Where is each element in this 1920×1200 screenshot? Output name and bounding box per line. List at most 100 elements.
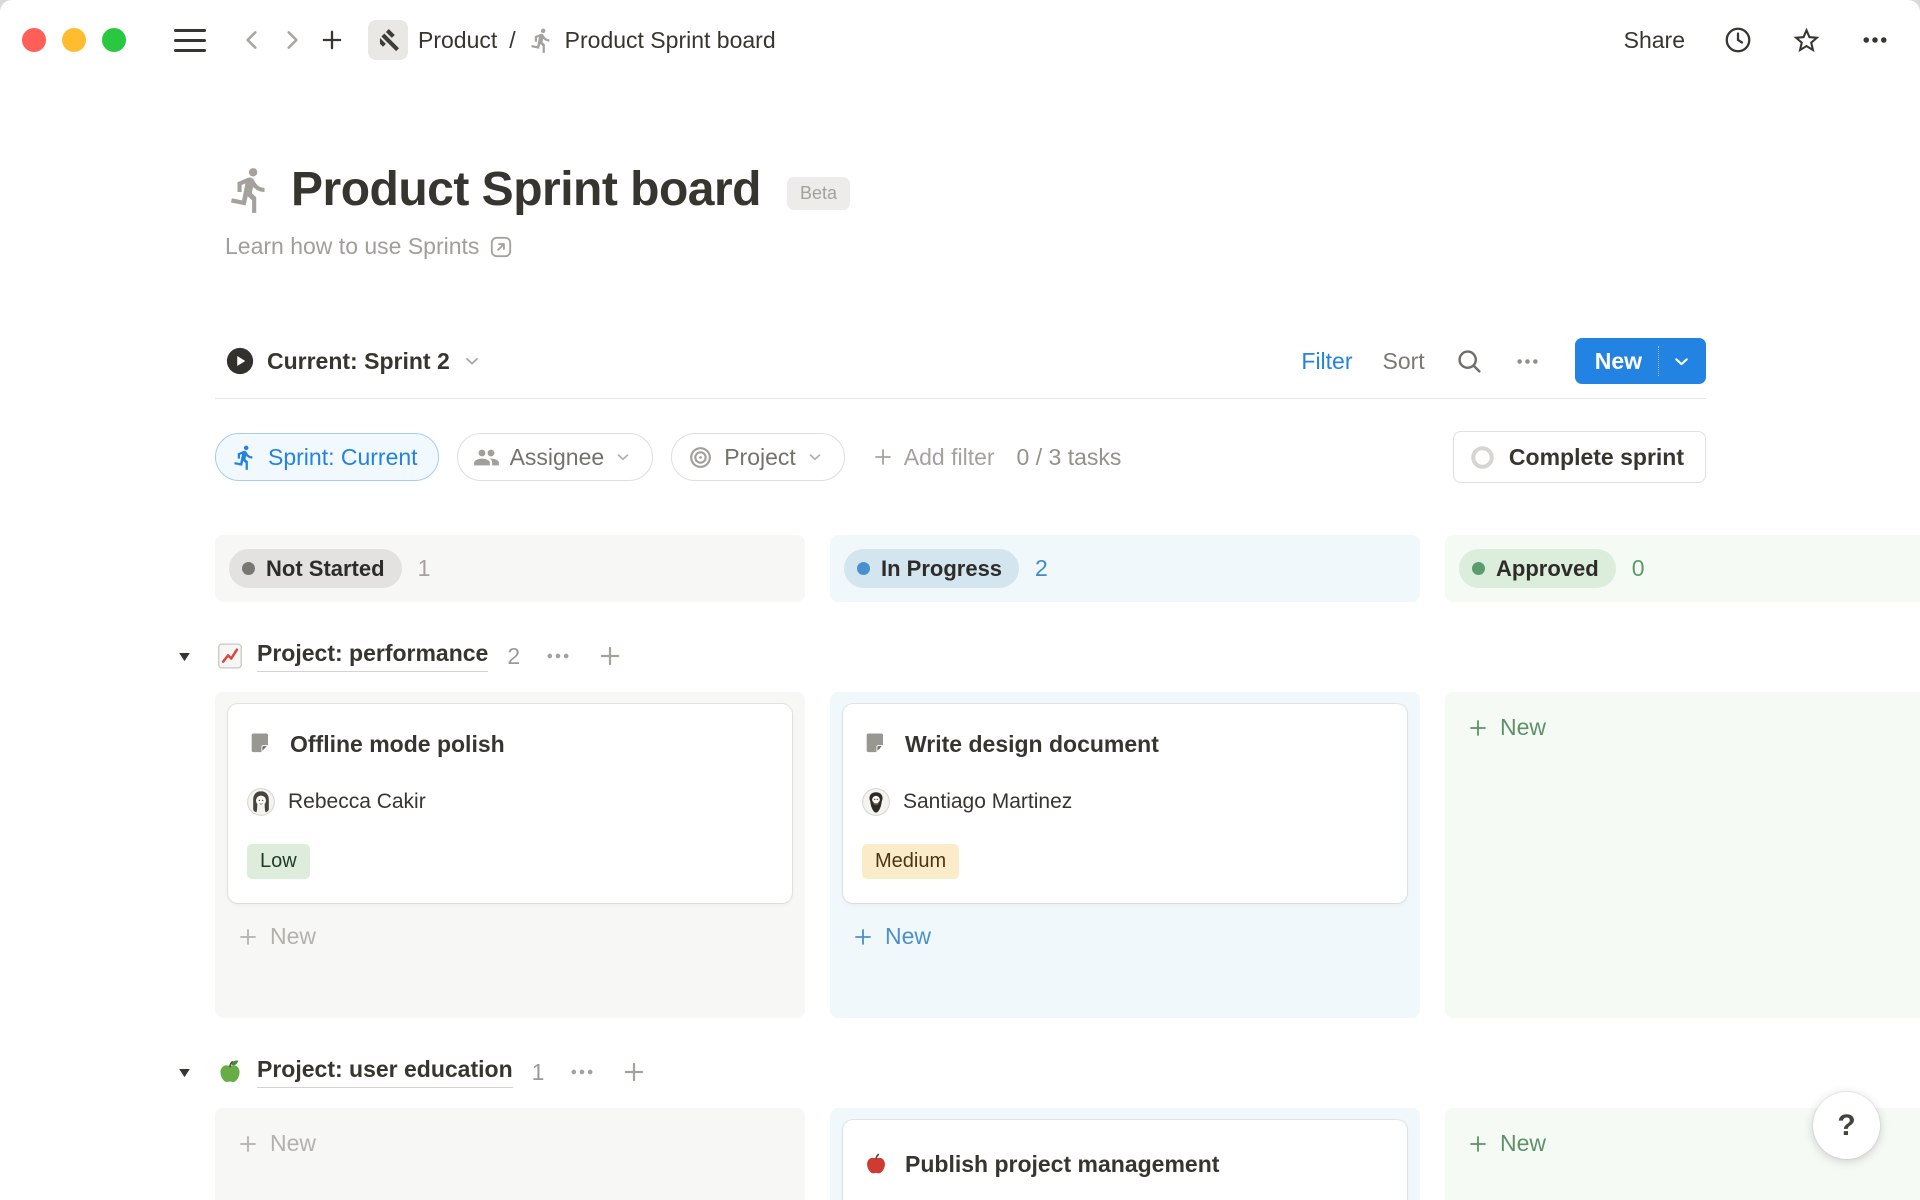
status-dot [857,562,870,575]
project-filter-chip[interactable]: Project [671,433,845,481]
group-count: 1 [532,1059,545,1086]
avatar [247,788,275,816]
new-card-button[interactable]: New [843,911,1407,956]
runner-icon [231,444,258,471]
learn-sprints-label: Learn how to use Sprints [225,233,479,260]
priority-tag: Low [247,844,310,879]
chevron-down-icon [1671,351,1692,372]
group-add-icon[interactable] [620,1058,648,1086]
filter-button[interactable]: Filter [1301,348,1352,375]
chevron-down-icon [614,448,632,466]
card-title: Offline mode polish [290,731,505,758]
breadcrumb: Product / Product Sprint board [368,20,776,60]
add-filter-button[interactable]: Add filter [871,444,995,471]
column-count: 0 [1632,555,1645,582]
column-label: In Progress [881,556,1002,582]
new-task-button[interactable]: New [1575,338,1706,384]
collapse-triangle-icon[interactable] [176,648,193,665]
assignee-filter-chip[interactable]: Assignee [457,433,654,481]
avatar [862,788,890,816]
group-more-icon[interactable] [544,642,572,670]
assignee-chip-label: Assignee [510,444,605,471]
search-icon[interactable] [1455,347,1484,376]
new-card-label: New [270,923,316,950]
sprint-selector[interactable]: Current: Sprint 2 [225,346,482,376]
column-label: Approved [1496,556,1599,582]
board-cell-in-progress: Publish project management [830,1108,1420,1200]
new-card-label: New [1500,714,1546,741]
history-clock-icon[interactable] [1723,25,1753,55]
group-add-icon[interactable] [596,642,624,670]
new-card-button[interactable]: New [228,1120,792,1163]
toolbar-divider [215,398,1706,399]
runner-icon [528,27,555,54]
minimize-window-button[interactable] [62,28,86,52]
forward-icon[interactable] [272,20,312,60]
page-title-row: Product Sprint board Beta [215,162,1706,217]
help-button[interactable]: ? [1813,1092,1880,1159]
new-card-label: New [270,1130,316,1157]
breadcrumb-root[interactable]: Product [418,27,497,54]
group-header-performance: Project: performance 2 [215,637,1920,675]
collapse-triangle-icon[interactable] [176,1064,193,1081]
task-card-publish-project-management[interactable]: Publish project management [843,1120,1407,1200]
sprint-chip-label: Sprint: Current [268,444,418,471]
new-card-button[interactable]: New [1458,704,1920,747]
page-icon [862,730,890,758]
topbar-actions: Share [1624,25,1890,56]
column-header-not-started[interactable]: Not Started 1 [215,535,805,602]
plus-icon [1466,1132,1490,1156]
group-label[interactable]: Project: user education [257,1056,513,1088]
page-runner-icon[interactable] [225,165,275,215]
board-cell-in-progress: Write design document Santiago Martinez … [830,692,1420,1018]
chart-increasing-emoji [215,641,245,671]
notion-window: Product / Product Sprint board Share [0,0,1920,1200]
task-card-write-design-document[interactable]: Write design document Santiago Martinez … [843,704,1407,903]
card-assignee: Rebecca Cakir [288,790,426,814]
status-dot [242,562,255,575]
sort-button[interactable]: Sort [1383,348,1425,375]
bullseye-icon [687,444,714,471]
view-toolbar: Current: Sprint 2 Filter Sort New [215,338,1706,384]
favorite-star-icon[interactable] [1791,25,1822,56]
board-cell-not-started: New [215,1108,805,1200]
new-task-label: New [1595,348,1642,375]
new-page-icon[interactable] [312,20,352,60]
column-header-approved[interactable]: Approved 0 [1445,535,1920,602]
zoom-window-button[interactable] [102,28,126,52]
group-more-icon[interactable] [568,1058,596,1086]
group-count: 2 [507,643,520,670]
group-label[interactable]: Project: performance [257,640,488,672]
new-button-divider [1658,346,1659,376]
play-circle-icon [225,346,255,376]
sidebar-toggle-icon[interactable] [170,20,210,60]
sprint-current-chip[interactable]: Sprint: Current [215,433,439,481]
more-options-icon[interactable] [1860,25,1890,55]
share-button[interactable]: Share [1624,27,1685,54]
task-card-offline-mode-polish[interactable]: Offline mode polish Rebecca Cakir Low [228,704,792,903]
column-label: Not Started [266,556,385,582]
complete-sprint-label: Complete sprint [1509,444,1684,471]
column-count: 1 [418,555,431,582]
card-title: Publish project management [905,1151,1219,1178]
window-topbar: Product / Product Sprint board Share [0,0,1920,80]
status-dot [1472,562,1485,575]
product-hammer-icon[interactable] [368,20,408,60]
green-apple-emoji [215,1057,245,1087]
breadcrumb-current[interactable]: Product Sprint board [565,27,776,54]
card-assignee: Santiago Martinez [903,790,1072,814]
column-count: 2 [1035,555,1048,582]
plus-icon [1466,716,1490,740]
group-header-user-education: Project: user education 1 [215,1053,1920,1091]
complete-sprint-button[interactable]: Complete sprint [1453,431,1706,483]
close-window-button[interactable] [22,28,46,52]
back-icon[interactable] [232,20,272,60]
beta-badge: Beta [787,177,850,210]
breadcrumb-separator: / [509,27,515,54]
new-card-button[interactable]: New [228,911,792,956]
view-options-icon[interactable] [1514,348,1541,375]
column-header-in-progress[interactable]: In Progress 2 [830,535,1420,602]
help-label: ? [1837,1109,1855,1143]
learn-sprints-link[interactable]: Learn how to use Sprints [215,233,1706,260]
plus-icon [236,1132,260,1156]
